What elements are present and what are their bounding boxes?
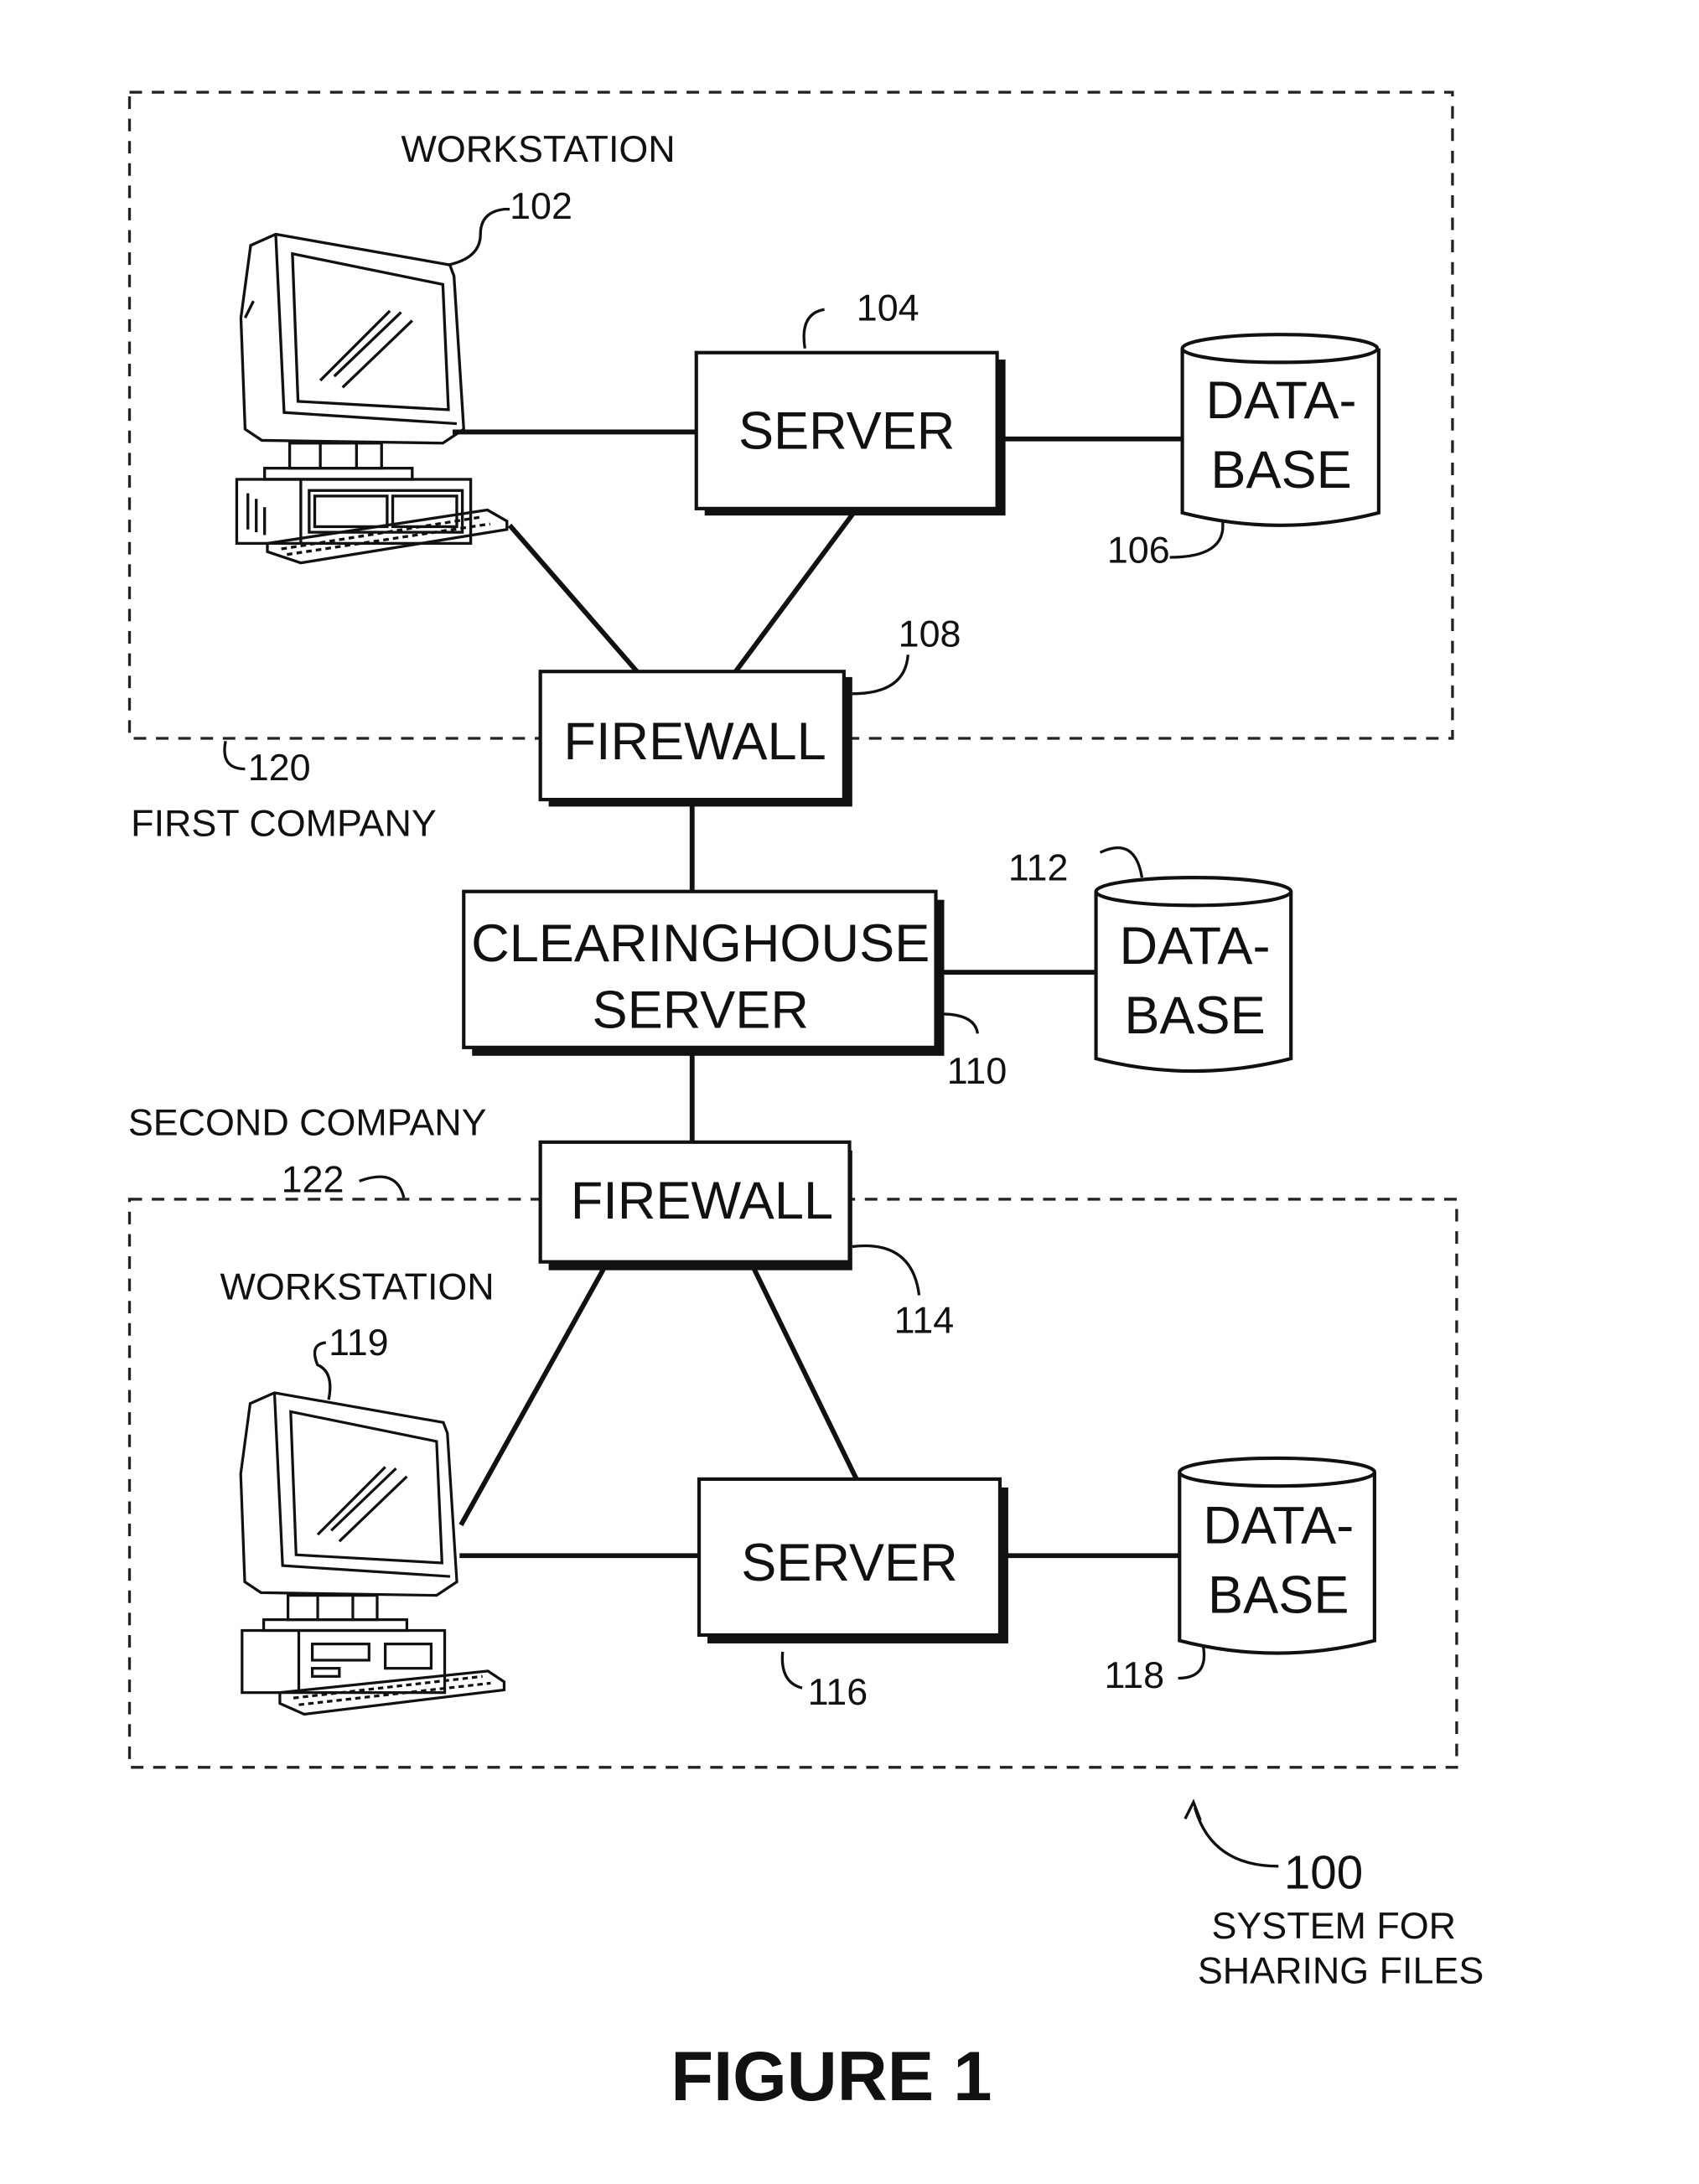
system-label-line2: SHARING FILES — [1198, 1949, 1484, 1991]
first-company-label: FIRST COMPANY — [131, 801, 437, 844]
database-2: DATA- BASE — [1178, 1456, 1376, 1655]
second-company-label: SECOND COMPANY — [128, 1101, 487, 1144]
clearinghouse-server-ref: 110 — [947, 1049, 1007, 1092]
firewall-2-ref: 114 — [894, 1298, 955, 1341]
link-firewall2-server2 — [751, 1266, 859, 1481]
clearinghouse-database-label-line1: DATA- — [1120, 917, 1271, 976]
server-1-label: SERVER — [738, 401, 955, 460]
link-workstation1-firewall1 — [507, 523, 643, 678]
database-2-label-line2: BASE — [1208, 1566, 1349, 1624]
firewall-2-label: FIREWALL — [571, 1172, 833, 1230]
database-1-label-line1: DATA- — [1206, 371, 1357, 430]
database-1: DATA- BASE — [1180, 333, 1380, 527]
firewall-1-label: FIREWALL — [563, 712, 826, 771]
server-1-ref: 104 — [857, 287, 919, 329]
clearinghouse-label-line1: CLEARINGHOUSE — [471, 914, 930, 973]
server-2-label: SERVER — [741, 1534, 957, 1592]
link-server1-firewall1 — [730, 511, 856, 677]
database-1-label-line2: BASE — [1210, 441, 1351, 499]
clearinghouse-database: DATA- BASE — [1094, 876, 1293, 1074]
workstation-2-label: WORKSTATION — [220, 1265, 495, 1308]
figure-title: FIGURE 1 — [671, 2037, 992, 2115]
system-label-line1: SYSTEM FOR — [1211, 1904, 1456, 1947]
workstation-1-label: WORKSTATION — [401, 127, 676, 170]
clearinghouse-database-ref: 112 — [1008, 846, 1069, 888]
database-2-label-line1: DATA- — [1203, 1496, 1354, 1555]
firewall-1-ref: 108 — [899, 612, 961, 655]
workstation-icon — [235, 232, 509, 565]
database-1-ref: 106 — [1107, 529, 1170, 572]
clearinghouse-database-label-line2: BASE — [1124, 986, 1265, 1045]
second-company-ref: 122 — [282, 1158, 344, 1201]
system-ref: 100 — [1284, 1845, 1363, 1898]
database-2-ref: 118 — [1105, 1654, 1165, 1696]
workstation-2-ref: 119 — [329, 1321, 389, 1364]
server-2-ref: 116 — [808, 1670, 868, 1713]
clearinghouse-label-line2: SERVER — [592, 981, 808, 1040]
first-company-ref: 120 — [248, 746, 311, 789]
workstation-1-ref: 102 — [510, 184, 572, 227]
system-diagram: SERVER DATA- BASE FIREWALL CLEARINGHOUSE… — [127, 91, 1484, 2115]
